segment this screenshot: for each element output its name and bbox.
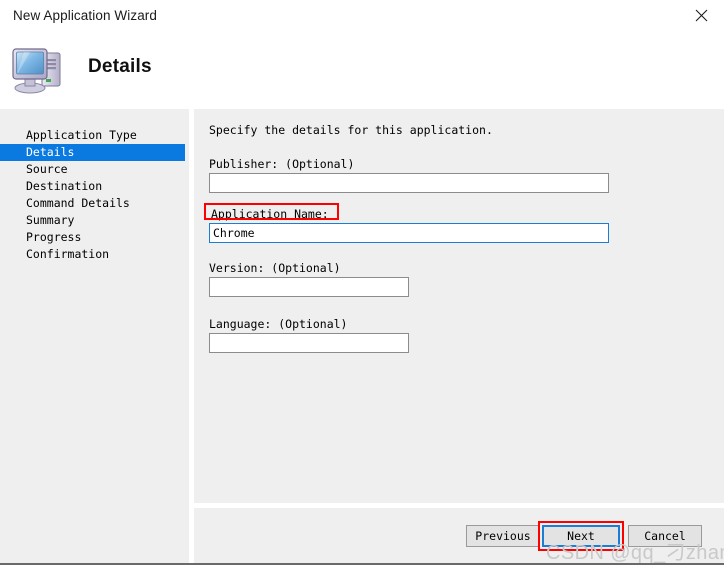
wizard-sidebar: Application Type Details Source Destinat… xyxy=(0,109,189,563)
previous-button[interactable]: Previous xyxy=(466,525,540,547)
application-name-label: Application Name: xyxy=(211,207,329,221)
publisher-label: Publisher: (Optional) xyxy=(209,157,355,171)
wizard-step-list: Application Type Details Source Destinat… xyxy=(0,127,189,263)
page-title: Details xyxy=(88,56,152,77)
cancel-button[interactable]: Cancel xyxy=(628,525,702,547)
version-label: Version: (Optional) xyxy=(209,261,341,275)
version-input[interactable] xyxy=(209,277,409,297)
sidebar-item-details[interactable]: Details xyxy=(0,144,185,161)
sidebar-item-progress[interactable]: Progress xyxy=(0,229,189,246)
form-instruction: Specify the details for this application… xyxy=(209,123,493,137)
next-button[interactable]: Next xyxy=(542,525,620,547)
sidebar-item-source[interactable]: Source xyxy=(0,161,189,178)
title-bar: New Application Wizard xyxy=(0,0,724,32)
sidebar-item-confirmation[interactable]: Confirmation xyxy=(0,246,189,263)
application-name-input[interactable] xyxy=(209,223,609,243)
language-input[interactable] xyxy=(209,333,409,353)
wizard-button-bar: Previous Next Cancel xyxy=(194,508,724,563)
sidebar-item-command-details[interactable]: Command Details xyxy=(0,195,189,212)
publisher-input[interactable] xyxy=(209,173,609,193)
sidebar-item-destination[interactable]: Destination xyxy=(0,178,189,195)
window-title: New Application Wizard xyxy=(13,8,158,23)
computer-icon xyxy=(10,41,68,97)
details-form-panel: Specify the details for this application… xyxy=(194,109,724,503)
new-application-wizard-window: New Application Wizard Details Applicati… xyxy=(0,0,724,565)
wizard-header: Details xyxy=(0,32,724,109)
close-icon[interactable] xyxy=(678,0,724,31)
sidebar-item-application-type[interactable]: Application Type xyxy=(0,127,189,144)
language-label: Language: (Optional) xyxy=(209,317,348,331)
sidebar-item-summary[interactable]: Summary xyxy=(0,212,189,229)
